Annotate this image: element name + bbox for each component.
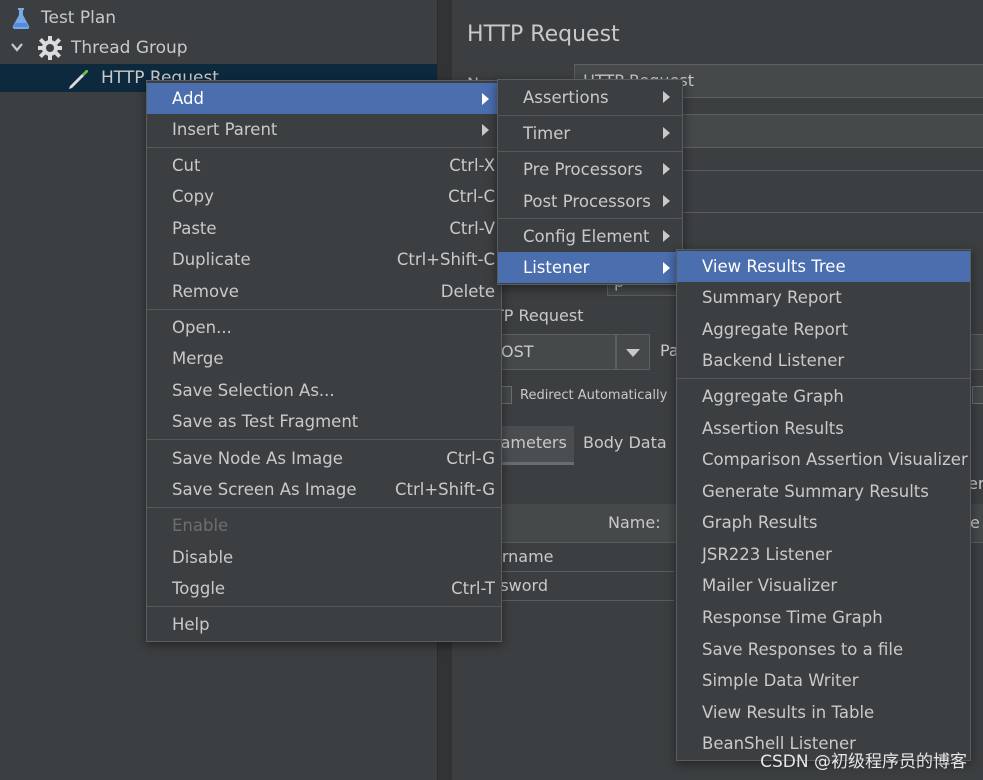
menu-separator [147, 309, 501, 310]
chevron-right-icon [482, 92, 489, 105]
menu-item-generate-summary-results[interactable]: Generate Summary Results [677, 476, 970, 507]
menu-separator [147, 147, 501, 148]
path-field[interactable] [970, 334, 983, 370]
menu-item-insert-parent[interactable]: Insert Parent [147, 114, 501, 145]
tree-item-test-plan[interactable]: Test Plan [0, 4, 437, 32]
menu-item-config-element[interactable]: Config Element [498, 220, 682, 252]
menu-item-jsr223-listener[interactable]: JSR223 Listener [677, 539, 970, 570]
divider-line [682, 212, 983, 213]
column-header-name: Name: [608, 513, 661, 532]
listener-submenu: View Results Tree Summary Report Aggrega… [676, 249, 971, 761]
menu-item-save-responses-to-a-file[interactable]: Save Responses to a file [677, 634, 970, 665]
menu-item-save-selection-as[interactable]: Save Selection As... [147, 375, 501, 406]
column-header-fragment: e [970, 513, 980, 532]
flask-icon [11, 7, 31, 34]
menu-separator [147, 507, 501, 508]
menu-item-save-node-as-image[interactable]: Save Node As Image Ctrl-G [147, 443, 501, 474]
context-menu: Add Insert Parent Cut Ctrl-X Copy Ctrl-C P… [146, 80, 502, 642]
chevron-right-icon [663, 230, 670, 242]
menu-separator [147, 606, 501, 607]
pipette-icon [66, 66, 92, 97]
chevron-right-icon [663, 195, 670, 207]
menu-item-backend-listener[interactable]: Backend Listener [677, 345, 970, 376]
menu-item-timer[interactable]: Timer [498, 117, 682, 149]
chevron-down-icon[interactable] [10, 39, 24, 59]
table-row[interactable]: ername [492, 543, 674, 572]
menu-item-save-as-test-fragment[interactable]: Save as Test Fragment [147, 406, 501, 437]
menu-item-copy[interactable]: Copy Ctrl-C [147, 181, 501, 212]
chevron-right-icon [663, 261, 670, 274]
menu-item-mailer-visualizer[interactable]: Mailer Visualizer [677, 570, 970, 601]
method-select[interactable]: OST [492, 334, 616, 370]
menu-item-post-processors[interactable]: Post Processors [498, 185, 682, 217]
tree-item-thread-group[interactable]: Thread Group [0, 34, 437, 62]
menu-item-merge[interactable]: Merge [147, 343, 501, 374]
menu-item-help[interactable]: Help [147, 609, 501, 640]
redirect-label: Redirect Automatically [520, 388, 668, 403]
menu-item-assertions[interactable]: Assertions [498, 81, 682, 113]
menu-item-view-results-tree[interactable]: View Results Tree [677, 251, 970, 282]
menu-item-simple-data-writer[interactable]: Simple Data Writer [677, 665, 970, 696]
gear-icon [37, 35, 63, 66]
tab-body-data[interactable]: Body Data [583, 433, 667, 452]
tab-parameters[interactable]: rameters [494, 426, 574, 465]
menu-item-comparison-assertion-visualizer[interactable]: Comparison Assertion Visualizer [677, 444, 970, 475]
menu-item-remove[interactable]: Remove Delete [147, 276, 501, 307]
http-request-group-label: TP Request [494, 306, 584, 325]
menu-separator [677, 378, 970, 379]
table-row[interactable]: ssword [492, 572, 674, 601]
menu-item-pre-processors[interactable]: Pre Processors [498, 153, 682, 185]
menu-item-add[interactable]: Add [147, 83, 501, 114]
menu-separator [498, 151, 682, 152]
chevron-right-icon [482, 123, 489, 136]
tree-item-label: Test Plan [41, 8, 117, 28]
chevron-right-icon [663, 91, 670, 103]
watermark: CSDN @初级程序员的博客 [760, 752, 967, 772]
menu-item-enable: Enable [172, 516, 229, 535]
chevron-right-icon [663, 163, 670, 175]
menu-item-paste[interactable]: Paste Ctrl-V [147, 213, 501, 244]
menu-separator [498, 115, 682, 116]
menu-item-graph-results[interactable]: Graph Results [677, 507, 970, 538]
menu-item-response-time-graph[interactable]: Response Time Graph [677, 602, 970, 633]
tree-item-label: Thread Group [71, 38, 188, 58]
menu-item-duplicate[interactable]: Duplicate Ctrl+Shift-C [147, 244, 501, 275]
menu-item-aggregate-graph[interactable]: Aggregate Graph [677, 381, 970, 412]
menu-item-aggregate-report[interactable]: Aggregate Report [677, 314, 970, 345]
menu-item-toggle[interactable]: Toggle Ctrl-T [147, 573, 501, 604]
menu-separator [498, 218, 682, 219]
checkbox[interactable] [972, 386, 983, 404]
menu-item-assertion-results[interactable]: Assertion Results [677, 413, 970, 444]
method-dropdown-button[interactable] [616, 334, 650, 370]
chevron-down-icon [626, 349, 640, 357]
menu-separator [147, 439, 501, 440]
menu-item-view-results-in-table[interactable]: View Results in Table [677, 697, 970, 728]
chevron-right-icon [663, 127, 670, 139]
menu-item-save-screen-as-image[interactable]: Save Screen As Image Ctrl+Shift-G [147, 474, 501, 505]
menu-item-listener[interactable]: Listener [498, 252, 682, 283]
menu-item-cut[interactable]: Cut Ctrl-X [147, 150, 501, 181]
menu-item-open[interactable]: Open... [147, 312, 501, 343]
menu-item-disable[interactable]: Disable [147, 542, 501, 573]
divider-line [682, 170, 983, 171]
menu-item-summary-report[interactable]: Summary Report [677, 282, 970, 313]
add-submenu: Assertions Timer Pre Processors Post Pro… [497, 79, 683, 285]
page-title: HTTP Request [467, 22, 620, 47]
